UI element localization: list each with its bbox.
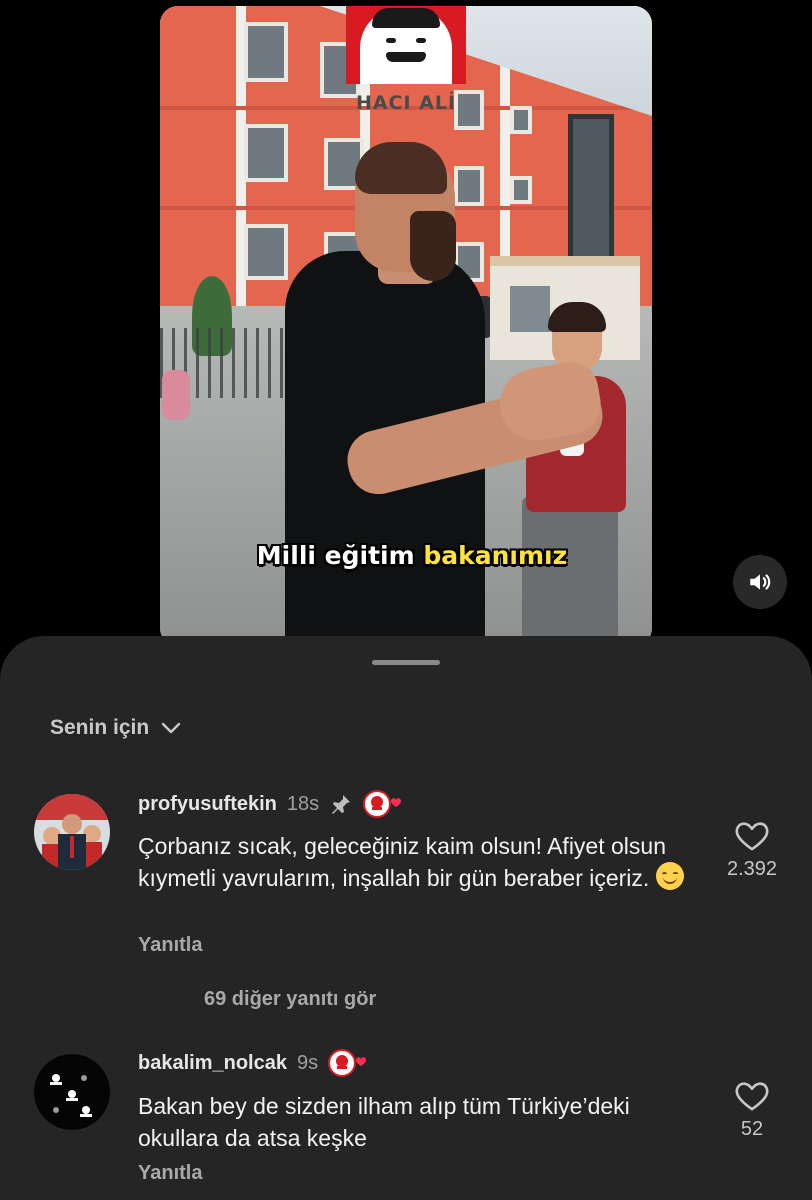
girl-legs xyxy=(522,496,618,646)
glass-tower xyxy=(568,114,614,264)
sitting-child xyxy=(162,370,190,420)
comment-username[interactable]: profyusuftekin xyxy=(138,793,277,816)
sound-toggle-button[interactable] xyxy=(733,555,787,609)
brand-logo: HACI ALİ xyxy=(346,6,466,118)
comment-body: Çorbanız sıcak, geleceğiniz kaim olsun! … xyxy=(138,833,666,891)
reply-button[interactable]: Yanıtla xyxy=(138,1162,202,1185)
video-frame[interactable]: HACI ALİ Milli eğitim bakanımız xyxy=(160,6,652,646)
comment-header: bakalim_nolcak 9s xyxy=(138,1048,368,1078)
man-beard xyxy=(410,211,456,281)
avatar[interactable] xyxy=(34,1054,110,1130)
comment-text: Çorbanız sıcak, geleceğiniz kaim olsun! … xyxy=(138,830,698,894)
like-button[interactable]: 2.392 xyxy=(712,820,792,881)
comment-header: profyusuftekin 18s xyxy=(138,789,403,819)
comment-time: 18s xyxy=(286,792,320,815)
video-player-area[interactable]: HACI ALİ Milli eğitim bakanımız xyxy=(0,0,812,646)
heart-outline-icon xyxy=(735,1082,769,1111)
man-hair xyxy=(355,142,447,194)
creator-heart-badge-icon xyxy=(328,1048,368,1078)
view-replies-button[interactable]: 69 diğer yanıtı gör xyxy=(204,988,376,1011)
smiling-emoji-icon xyxy=(655,862,684,890)
brand-text: HACI ALİ xyxy=(355,92,457,114)
avatar[interactable] xyxy=(34,794,110,870)
sort-dropdown[interactable]: Senin için xyxy=(50,716,183,740)
like-count: 2.392 xyxy=(726,858,778,880)
sort-label: Senin için xyxy=(50,716,150,739)
pin-icon xyxy=(332,795,351,814)
chevron-down-icon xyxy=(161,722,181,734)
comments-sheet: Senin için profyusuftekin 18s Çorbanız s… xyxy=(0,636,812,1200)
reply-button[interactable]: Yanıtla xyxy=(138,934,202,957)
caption-highlight: bakanımız xyxy=(423,541,568,570)
video-caption: Milli eğitim bakanımız xyxy=(232,541,592,570)
like-button[interactable]: 52 xyxy=(712,1080,792,1141)
heart-outline-icon xyxy=(735,822,769,851)
creator-heart-badge-icon xyxy=(363,789,403,819)
comment-username[interactable]: bakalim_nolcak xyxy=(138,1052,287,1075)
comment-text: Bakan bey de sizden ilham alıp tüm Türki… xyxy=(138,1093,630,1151)
speaker-volume-icon xyxy=(750,574,771,590)
comment-time: 9s xyxy=(296,1051,319,1074)
sheet-drag-handle[interactable] xyxy=(372,660,440,665)
caption-white: Milli eğitim xyxy=(256,541,415,570)
like-count: 52 xyxy=(740,1118,764,1140)
